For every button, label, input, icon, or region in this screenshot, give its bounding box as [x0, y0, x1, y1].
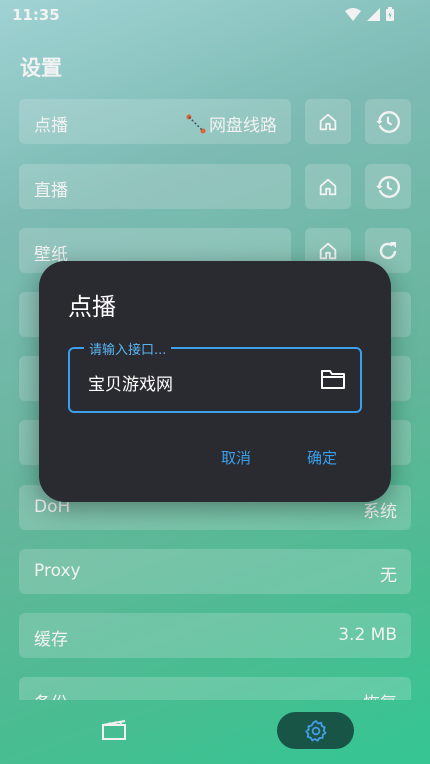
api-input-label: 请输入接口...	[84, 339, 172, 358]
cancel-button[interactable]: 取消	[221, 447, 251, 468]
confirm-button[interactable]: 确定	[307, 447, 337, 468]
dialog-title: 点播	[68, 293, 116, 321]
folder-icon	[321, 370, 345, 389]
api-input[interactable]: 请输入接口... 宝贝游戏网	[68, 339, 362, 413]
vod-dialog: 点播 请输入接口... 宝贝游戏网 取消 确定	[39, 261, 391, 502]
folder-button[interactable]	[320, 368, 346, 394]
api-input-value: 宝贝游戏网	[88, 375, 173, 395]
